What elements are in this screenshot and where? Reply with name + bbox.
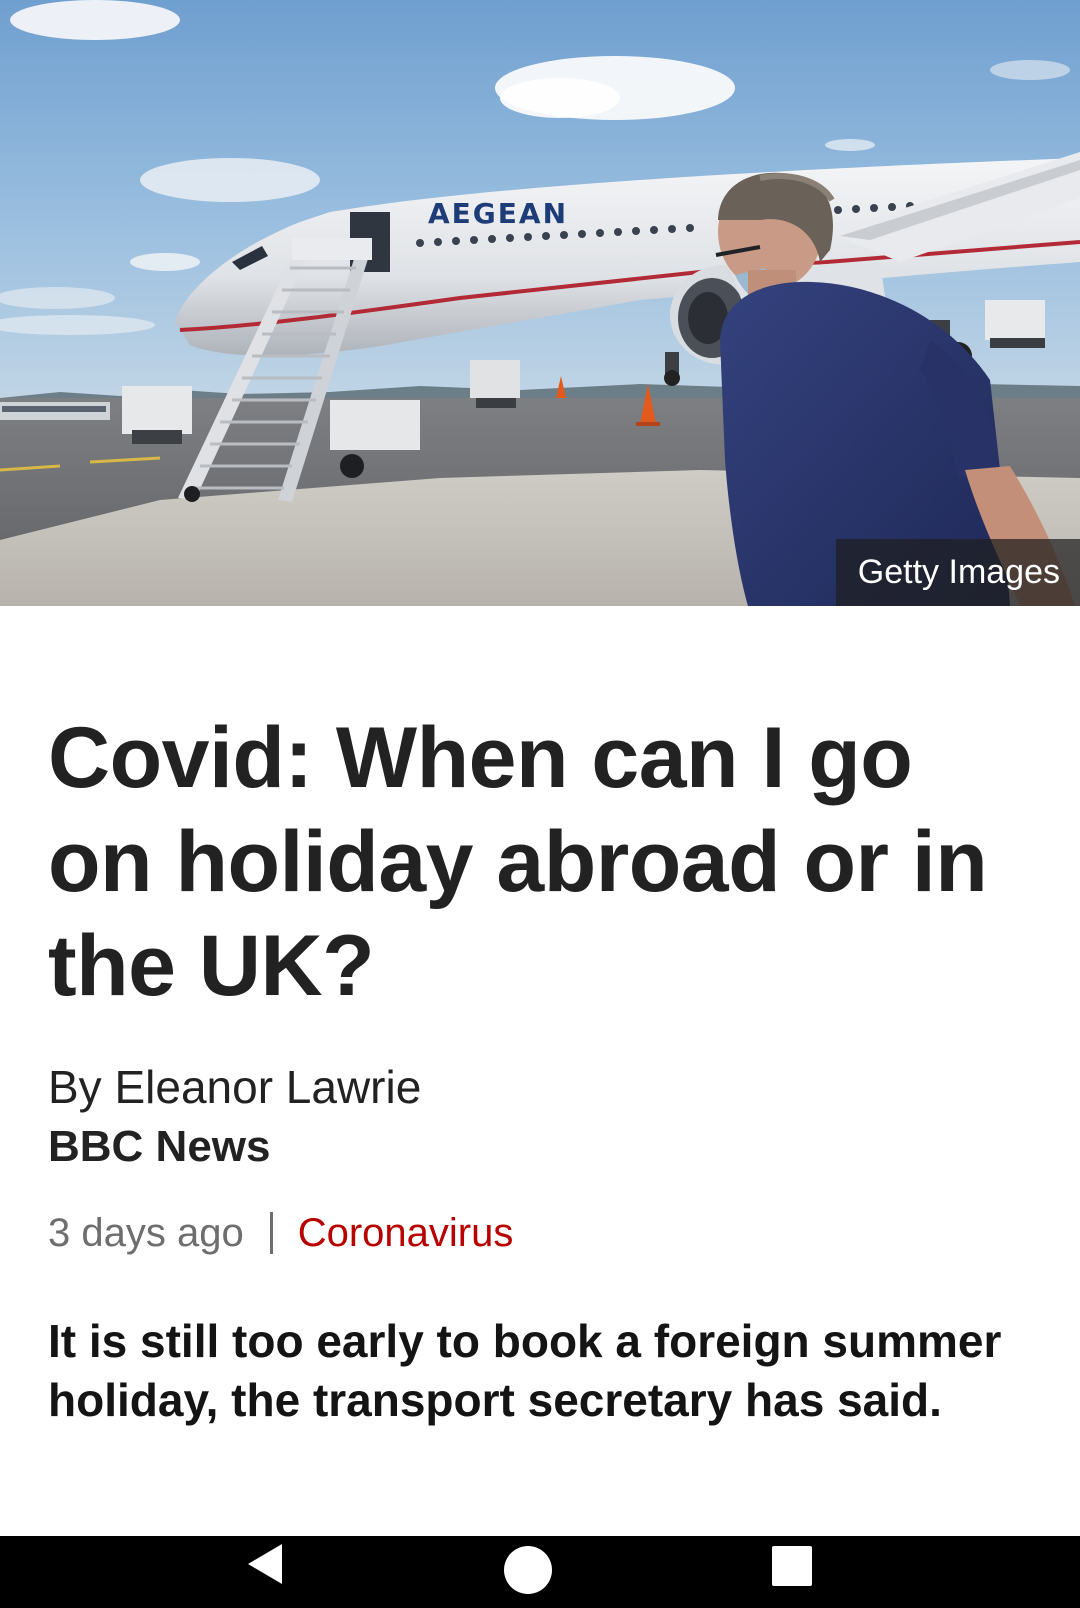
back-button[interactable] [210, 1536, 330, 1608]
topic-link-coronavirus[interactable]: Coronavirus [298, 1206, 514, 1260]
recents-button[interactable] [752, 1536, 872, 1608]
airplane-photo: AEGEAN [0, 0, 1080, 606]
article-organisation: BBC News [48, 1122, 271, 1171]
hero-image: AEGEAN Getty Images [0, 0, 1080, 606]
home-button[interactable] [480, 1536, 600, 1608]
article-intro: It is still too early to book a foreign … [48, 1315, 1002, 1426]
home-circle-icon [504, 1546, 552, 1594]
image-credit: Getty Images [835, 539, 1080, 606]
back-triangle-icon [248, 1544, 282, 1584]
system-navigation-bar [0, 1536, 1080, 1608]
article-headline: Covid: When can I go on holiday abroad o… [48, 710, 988, 1014]
svg-text:AEGEAN: AEGEAN [428, 197, 568, 230]
article-meta: 3 days ago Coronavirus [48, 1206, 1038, 1260]
meta-divider [269, 1212, 273, 1254]
article-timestamp: 3 days ago [48, 1211, 244, 1255]
article: Covid: When can I go on holiday abroad o… [48, 606, 1038, 1430]
article-byline: By Eleanor Lawrie [48, 1061, 422, 1113]
recents-square-icon [772, 1546, 812, 1586]
